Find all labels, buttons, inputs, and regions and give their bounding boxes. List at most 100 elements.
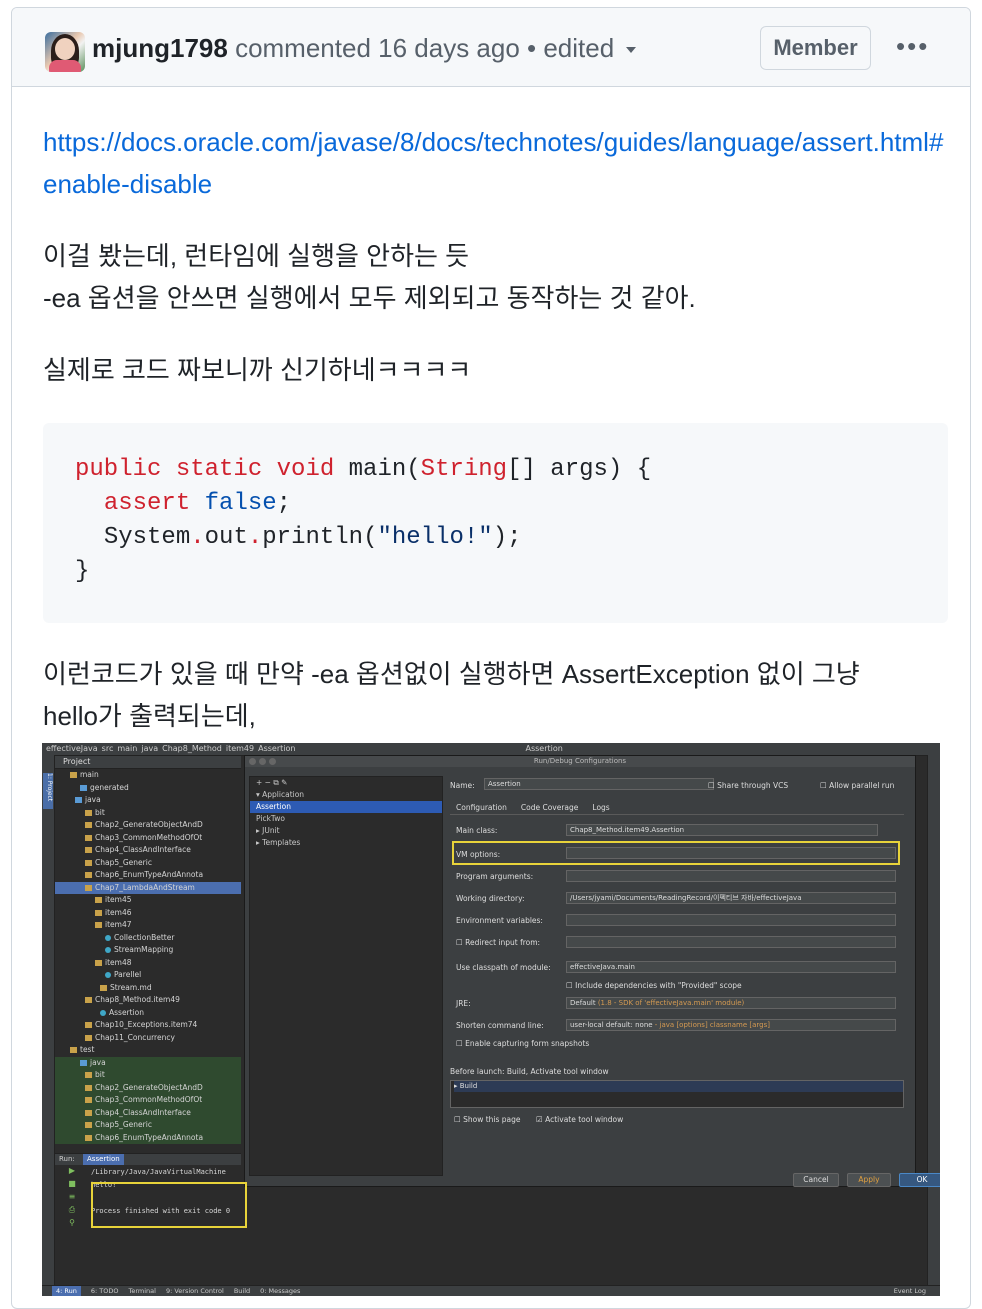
project-tree-item[interactable]: Chap2_GenerateObjectAndD (55, 1081, 241, 1094)
ok-button[interactable]: OK (899, 1173, 940, 1187)
jre-select[interactable]: Default (1.8 - SDK of 'effectiveJava.mai… (566, 997, 896, 1009)
project-tree-item[interactable]: item45 (55, 894, 241, 907)
snapshots-checkbox[interactable]: ☐ Enable capturing form snapshots (456, 1039, 589, 1048)
project-tree-item[interactable]: Stream.md (55, 982, 241, 995)
breadcrumb-item[interactable]: effectiveJava (46, 743, 98, 755)
config-tree-item[interactable]: ▸ Templates (250, 837, 442, 849)
bottom-tool-button[interactable]: Build (234, 1286, 250, 1296)
project-tree-item[interactable]: item46 (55, 907, 241, 920)
breadcrumb-item[interactable]: Chap8_Method (162, 743, 222, 755)
project-tree-item[interactable]: main (55, 769, 241, 782)
scroll-icon[interactable]: ≡ (57, 1192, 87, 1205)
project-tree-item[interactable]: generated (55, 782, 241, 795)
event-log-button[interactable]: Event Log (894, 1286, 926, 1296)
comment-timestamp[interactable]: commented 16 days ago • edited (235, 33, 614, 63)
folder-icon (85, 872, 92, 878)
redirect-input-checkbox[interactable]: ☐ Redirect input from: (456, 938, 540, 947)
more-options-icon[interactable]: ••• (896, 33, 932, 59)
bottom-tool-button[interactable]: 6: TODO (91, 1286, 119, 1296)
config-tab[interactable]: Logs (592, 803, 609, 812)
breadcrumb-item[interactable]: item49 (226, 743, 254, 755)
project-tree-item[interactable]: Parellel (55, 969, 241, 982)
project-tree-label: Chap6_EnumTypeAndAnnota (95, 870, 204, 879)
project-tree-item[interactable]: Chap4_ClassAndInterface (55, 844, 241, 857)
project-tree-item[interactable]: StreamMapping (55, 944, 241, 957)
breadcrumb-item[interactable]: java (141, 743, 158, 755)
name-input[interactable]: Assertion (484, 778, 714, 790)
project-tree-item[interactable]: bit (55, 1069, 241, 1082)
config-tab[interactable]: Configuration (456, 803, 507, 812)
show-page-checkbox[interactable]: ☐ Show this page (454, 1115, 521, 1124)
project-tree-item[interactable]: Chap6_EnumTypeAndAnnota (55, 1131, 241, 1144)
window-controls[interactable] (249, 758, 279, 769)
user-avatar[interactable] (45, 32, 85, 72)
project-tree-item[interactable]: Chap6_EnumTypeAndAnnota (55, 869, 241, 882)
oracle-docs-link[interactable]: https://docs.oracle.com/javase/8/docs/te… (43, 121, 948, 205)
activate-tool-checkbox[interactable]: ☑ Activate tool window (536, 1115, 623, 1124)
project-tree-item[interactable]: Chap10_Exceptions.item74 (55, 1019, 241, 1032)
file-icon (100, 984, 107, 991)
run-tab[interactable]: Assertion (83, 1154, 124, 1165)
config-toolbar[interactable]: + − ⧉ ✎ (250, 777, 442, 789)
config-tree-item[interactable]: ▾ Application (250, 789, 442, 801)
project-tree: main generated java bit Chap2_GenerateObject… (55, 769, 241, 1144)
shorten-cmd-select[interactable]: user-local default: none - java [options… (566, 1019, 896, 1031)
config-tab[interactable]: Code Coverage (521, 803, 579, 812)
program-args-input[interactable] (566, 870, 896, 882)
project-tree-item[interactable]: item48 (55, 957, 241, 970)
parallel-run-checkbox[interactable]: ☐ Allow parallel run (820, 781, 894, 790)
stop-icon[interactable]: ■ (57, 1179, 87, 1192)
bottom-tool-button[interactable]: 0: Messages (260, 1286, 300, 1296)
breadcrumb-item[interactable]: src (102, 743, 114, 755)
project-tree-item[interactable]: Chap7_LambdaAndStream (55, 881, 241, 894)
provided-scope-checkbox[interactable]: ☐ Include dependencies with "Provided" s… (566, 981, 742, 990)
redirect-input-field[interactable] (566, 936, 896, 948)
classpath-select[interactable]: effectiveJava.main (566, 961, 896, 973)
print-icon[interactable]: ⎙ (57, 1205, 87, 1218)
edit-history-chevron-icon[interactable] (626, 47, 637, 54)
project-tree-item[interactable]: Chap3_CommonMethodOfOt (55, 1094, 241, 1107)
project-tree-item[interactable]: Chap5_Generic (55, 1119, 241, 1132)
project-tree-item[interactable]: Chap5_Generic (55, 857, 241, 870)
code-block: public static void main(String[] args) {… (43, 423, 948, 623)
project-tree-item[interactable]: java (55, 1056, 241, 1069)
project-tree-item[interactable]: bit (55, 807, 241, 820)
rerun-icon[interactable]: ▶ (57, 1166, 87, 1179)
breadcrumb-item[interactable]: Assertion (258, 743, 295, 755)
project-tree-item[interactable]: Chap4_ClassAndInterface (55, 1106, 241, 1119)
build-task[interactable]: ▸ Build (454, 1081, 903, 1092)
config-tree-item[interactable]: PickTwo (250, 813, 442, 825)
project-tree-label: Chap4_ClassAndInterface (95, 1107, 191, 1117)
project-tree-label: Parellel (114, 970, 142, 979)
config-tree-item[interactable]: Assertion (250, 801, 442, 813)
project-tree-item[interactable]: Chap11_Concurrency (55, 1032, 241, 1045)
cancel-button[interactable]: Cancel (793, 1173, 839, 1187)
project-tree-item[interactable]: Chap8_Method.item49 (55, 994, 241, 1007)
project-tree-item[interactable]: Assertion (55, 1007, 241, 1020)
username-link[interactable]: mjung1798 (92, 33, 228, 63)
bottom-tool-button[interactable]: 4: Run (52, 1286, 81, 1296)
project-tree-item[interactable]: CollectionBetter (55, 932, 241, 945)
folder-icon (85, 1109, 92, 1116)
config-tree: + − ⧉ ✎ ▾ Application Assertion PickTwo ▸ … (249, 776, 443, 1176)
run-config-selector[interactable]: Assertion (525, 743, 562, 755)
project-tree-item[interactable]: Chap2_GenerateObjectAndD (55, 819, 241, 832)
project-tree-item[interactable]: test (55, 1044, 241, 1057)
pin-icon[interactable]: ⚲ (57, 1218, 87, 1231)
breadcrumb-item[interactable]: main (117, 743, 137, 755)
bottom-tool-button[interactable]: 9: Version Control (166, 1286, 224, 1296)
apply-button[interactable]: Apply (847, 1173, 891, 1187)
working-dir-input[interactable]: /Users/jyami/Documents/ReadingRecord/이펙티… (566, 892, 896, 904)
config-tree-item[interactable]: ▸ JUnit (250, 825, 442, 837)
env-vars-input[interactable] (566, 914, 896, 926)
before-launch-header[interactable]: Before launch: Build, Activate tool wind… (450, 1067, 609, 1076)
project-panel-header[interactable]: Project (55, 756, 241, 769)
share-vcs-checkbox[interactable]: ☐ Share through VCS (708, 781, 788, 790)
project-tree-item[interactable]: item47 (55, 919, 241, 932)
main-class-input[interactable]: Chap8_Method.item49.Assertion (566, 824, 878, 836)
project-tree-label: java (85, 795, 101, 804)
project-tree-item[interactable]: Chap3_CommonMethodOfOt (55, 832, 241, 845)
bottom-tool-button[interactable]: Terminal (128, 1286, 155, 1296)
project-tree-item[interactable]: java (55, 794, 241, 807)
project-tool-tab[interactable]: 1: Project (43, 773, 53, 809)
